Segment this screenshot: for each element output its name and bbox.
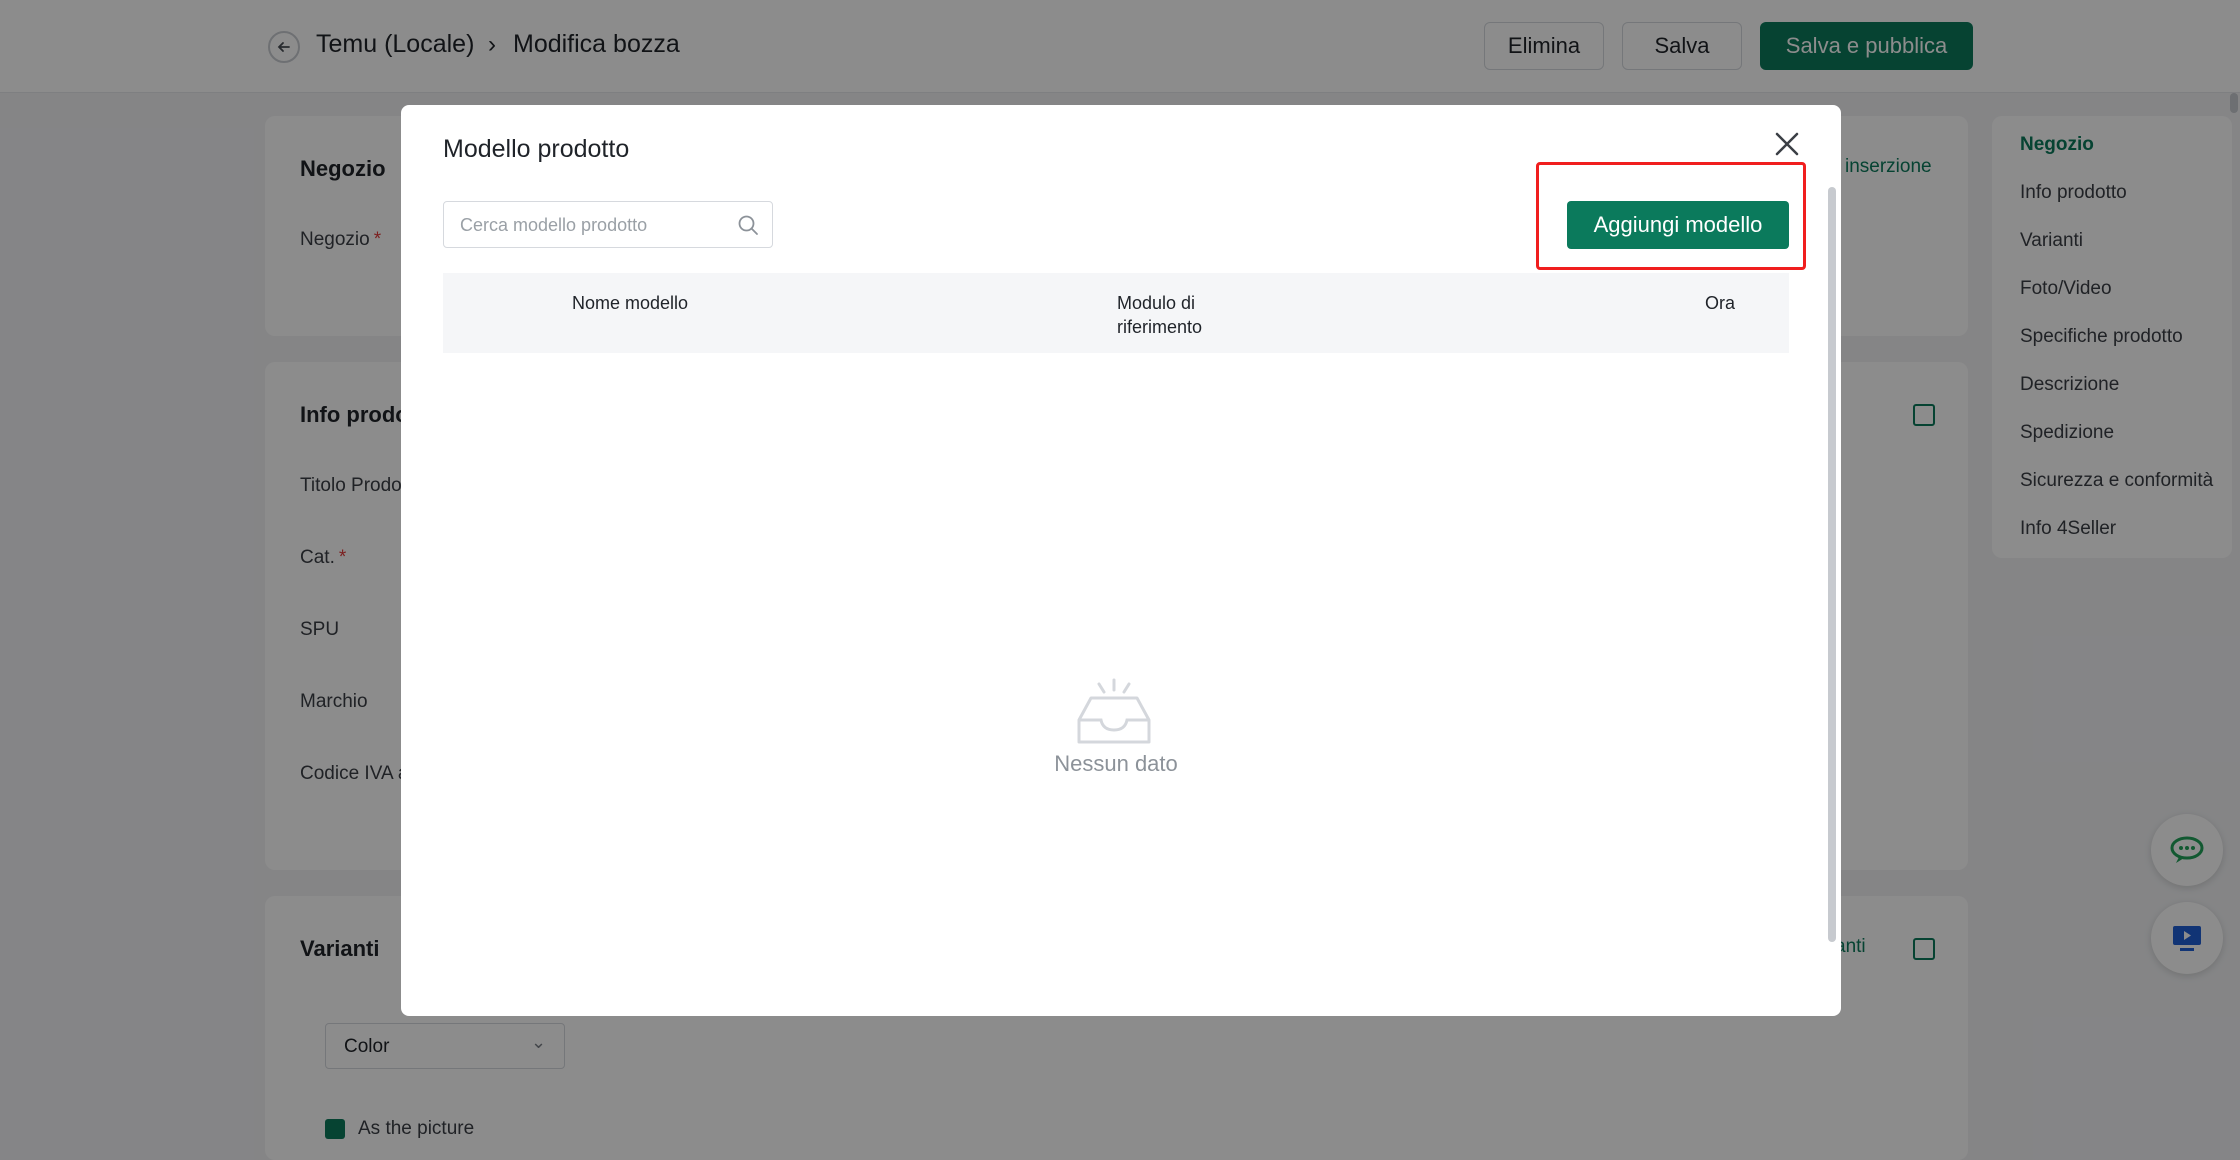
search-input[interactable] [460, 212, 730, 238]
column-header-name: Nome modello [572, 293, 689, 313]
modal-title: Modello prodotto [443, 135, 630, 163]
empty-state-text: Nessun dato [1054, 751, 1178, 776]
column-header-time: Ora [1705, 293, 1736, 313]
template-search-field[interactable] [443, 201, 773, 248]
column-header-reference: Modulo di riferimento [1117, 293, 1203, 337]
empty-inbox-icon [1077, 678, 1151, 744]
modal-scrollbar[interactable] [1828, 187, 1836, 942]
table-header: Nome modello Modulo di riferimento Ora [443, 273, 1789, 353]
search-icon[interactable] [737, 214, 759, 236]
add-template-button[interactable]: Aggiungi modello [1567, 201, 1789, 249]
close-icon[interactable] [1772, 129, 1802, 159]
product-template-modal: Modello prodotto Aggiungi modello Nome m… [401, 105, 1841, 1016]
